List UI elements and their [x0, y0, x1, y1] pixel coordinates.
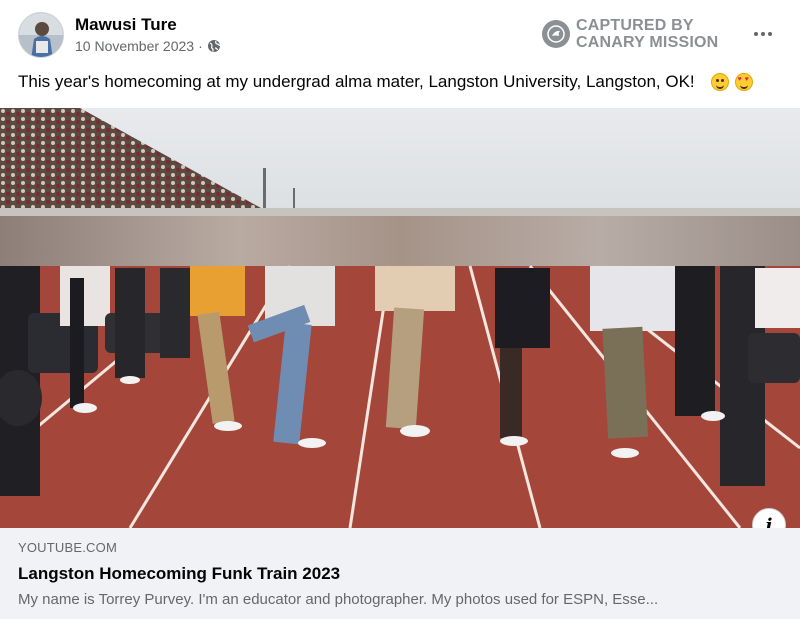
meta-separator: ·	[198, 38, 203, 54]
post-header: Mawusi Ture 10 November 2023 · CAPTURED …	[0, 0, 800, 70]
homecoming-photo	[0, 108, 800, 528]
heart-eyes-emoji: ♥ ♥	[734, 73, 753, 91]
avatar-image	[19, 13, 63, 57]
watermark-line-1: CAPTURED BY	[576, 17, 694, 34]
watermark-text: CAPTURED BY CANARY MISSION	[576, 17, 718, 51]
globe-icon[interactable]	[207, 39, 221, 53]
post-meta: 10 November 2023 ·	[75, 38, 221, 54]
link-title[interactable]: Langston Homecoming Funk Train 2023	[18, 564, 340, 584]
link-domain: YOUTUBE.COM	[18, 540, 117, 555]
video-thumbnail[interactable]	[0, 108, 800, 528]
post-date[interactable]: 10 November 2023	[75, 38, 194, 54]
more-options-icon[interactable]	[748, 22, 778, 46]
canary-mission-logo	[542, 20, 570, 48]
post-caption: This year's homecoming at my undergrad a…	[18, 72, 753, 92]
link-description: My name is Torrey Purvey. I'm an educato…	[18, 591, 659, 608]
watermark-line-2: CANARY MISSION	[576, 34, 719, 51]
caption-text: This year's homecoming at my undergrad a…	[18, 72, 695, 91]
author-name[interactable]: Mawusi Ture	[75, 15, 177, 35]
canary-mission-watermark: CAPTURED BY CANARY MISSION	[542, 17, 718, 51]
link-preview[interactable]: YOUTUBE.COM Langston Homecoming Funk Tra…	[0, 528, 800, 619]
author-avatar[interactable]	[18, 12, 64, 58]
smiling-face-emoji	[710, 73, 729, 91]
